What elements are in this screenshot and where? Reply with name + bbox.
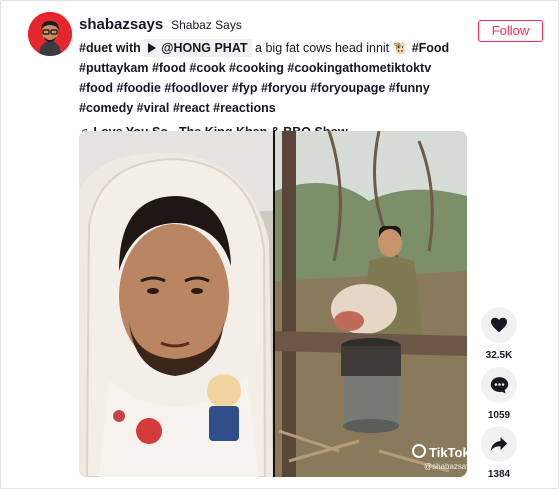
tiktok-watermark-brand: TikTok: [429, 445, 467, 460]
author-row: shabazsays Shabaz Says: [79, 14, 468, 35]
heart-icon: [491, 317, 507, 333]
caption-hashtags-line[interactable]: #react #reactions: [173, 101, 276, 115]
video-player[interactable]: TikTok @shabazsays: [79, 131, 467, 477]
comment-icon: [490, 377, 508, 394]
post-header: shabazsays Shabaz Says #duet with @HONG …: [79, 14, 468, 141]
caption-duet-tag[interactable]: #duet with: [79, 41, 141, 55]
like-count: 32.5K: [485, 350, 513, 361]
author-avatar[interactable]: [28, 12, 72, 56]
author-username[interactable]: shabazsays: [79, 16, 163, 33]
tiktok-embed-card: shabazsays Shabaz Says #duet with @HONG …: [0, 0, 559, 489]
share-count: 1384: [487, 469, 511, 480]
caption-text: a big fat cows head innit 🐮: [255, 41, 409, 55]
like-button[interactable]: [481, 307, 517, 343]
video-frame: TikTok @shabazsays: [79, 131, 467, 477]
follow-button[interactable]: Follow: [478, 20, 543, 42]
avatar-image: [28, 12, 72, 56]
tiktok-watermark-handle: @shabazsays: [424, 462, 467, 471]
share-action[interactable]: 1384: [481, 426, 517, 481]
share-arrow-icon: [490, 437, 508, 451]
like-action[interactable]: 32.5K: [481, 307, 517, 362]
caption-mention-label: @HONG PHAT: [161, 41, 248, 55]
caption-hashtag-food[interactable]: #Food: [412, 41, 450, 55]
play-icon: [148, 43, 157, 53]
share-button[interactable]: [481, 426, 517, 462]
author-nickname: Shabaz Says: [171, 18, 242, 32]
comment-action[interactable]: 1059: [481, 367, 517, 422]
caption-mention[interactable]: @HONG PHAT: [144, 39, 252, 57]
comment-button[interactable]: [481, 367, 517, 403]
video-caption: #duet with @HONG PHAT a big fat cows hea…: [79, 38, 451, 118]
comment-count: 1059: [487, 410, 511, 421]
